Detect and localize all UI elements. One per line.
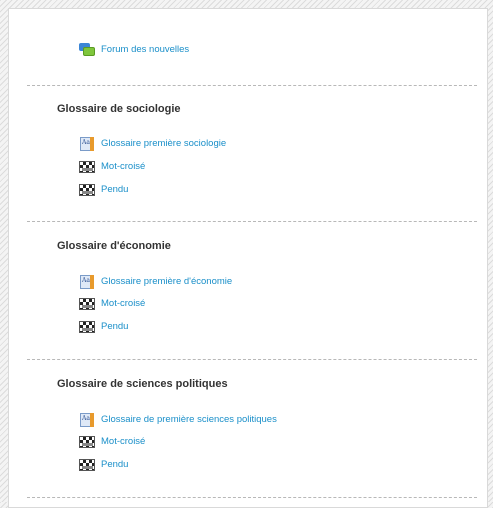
glossary-link-sociologie[interactable]: Aa Glossaire première sociologie [79,137,226,151]
crossword-icon [79,436,95,448]
forum-icon [79,43,95,57]
section-separator [27,221,477,222]
crossword-link-economie[interactable]: Mot-croisé [79,297,145,311]
hangman-icon [79,459,95,471]
section-title-sociologie: Glossaire de sociologie [57,103,181,115]
activity-label: Pendu [101,459,129,470]
activity-label: Mot-croisé [101,161,146,172]
forum-label: Forum des nouvelles [101,44,190,55]
glossary-link-economie[interactable]: Aa Glossaire première d'économie [79,275,232,289]
section-separator [27,497,477,498]
hangman-icon [79,321,95,333]
glossary-icon: Aa [79,413,95,427]
hangman-link-sciences-politiques[interactable]: Pendu [79,458,128,472]
crossword-icon [79,298,95,310]
crossword-link-sociologie[interactable]: Mot-croisé [79,160,145,174]
activity-label: Pendu [101,184,129,195]
crossword-icon [79,161,95,173]
glossary-icon: Aa [79,275,95,289]
activity-label: Mot-croisé [101,436,146,447]
activity-label: Glossaire de première sciences politique… [101,414,277,425]
section-separator [27,359,477,360]
course-content-panel: Forum des nouvelles Glossaire de sociolo… [8,8,488,508]
section-title-economie: Glossaire d'économie [57,240,171,252]
section-separator [27,85,477,86]
section-title-sciences-politiques: Glossaire de sciences politiques [57,378,228,390]
forum-link[interactable]: Forum des nouvelles [79,43,189,57]
activity-label: Glossaire première d'économie [101,276,233,287]
hangman-link-economie[interactable]: Pendu [79,320,128,334]
crossword-link-sciences-politiques[interactable]: Mot-croisé [79,435,145,449]
glossary-link-sciences-politiques[interactable]: Aa Glossaire de première sciences politi… [79,413,277,427]
activity-label: Mot-croisé [101,298,146,309]
glossary-icon: Aa [79,137,95,151]
hangman-icon [79,184,95,196]
activity-label: Glossaire première sociologie [101,138,227,149]
hangman-link-sociologie[interactable]: Pendu [79,183,128,197]
activity-label: Pendu [101,321,129,332]
